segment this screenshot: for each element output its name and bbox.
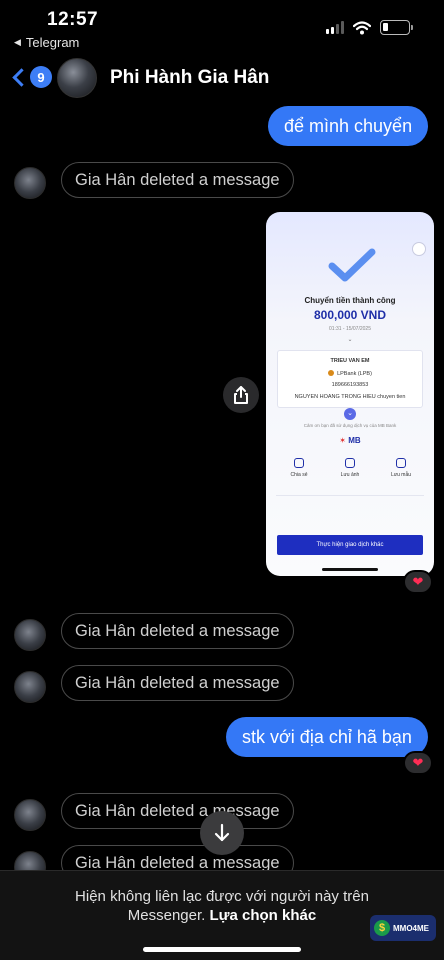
- transfer-note: NGUYEN HOANG TRONG HIEU chuyen tien: [294, 394, 406, 400]
- outgoing-message[interactable]: stk với địa chỉ hã bạn: [226, 717, 428, 757]
- recipient-box: TRIEU VAN EM LPBank (LPB) 189666193853 N…: [277, 350, 423, 408]
- mb-logo: ✶ MB: [339, 436, 361, 445]
- transfer-receipt-image[interactable]: Chuyển tiền thành công 800,000 VND 01:31…: [266, 212, 434, 576]
- home-indicator: [143, 947, 301, 952]
- star-icon: ✶: [339, 436, 346, 445]
- checkmark-icon: [328, 248, 376, 282]
- dollar-coin-icon: $: [374, 920, 390, 936]
- receipt-title: Chuyển tiền thành công: [304, 296, 396, 305]
- back-button[interactable]: 9: [10, 66, 52, 88]
- document-icon: [396, 458, 406, 468]
- outgoing-message[interactable]: để mình chuyển: [268, 106, 429, 146]
- share-icon: [234, 386, 248, 404]
- share-icon: [294, 458, 304, 468]
- bank-logo-icon: [328, 370, 335, 376]
- deleted-message-notice: Gia Hân deleted a message: [61, 793, 294, 829]
- home-indicator: [322, 568, 378, 571]
- contact-avatar-small[interactable]: [14, 799, 46, 831]
- arrow-down-icon: [214, 823, 230, 842]
- heart-reaction[interactable]: ❤: [403, 570, 433, 594]
- composer-unavailable-footer: Hiện không liên lạc được với người này t…: [0, 870, 444, 960]
- receipt-amount: 800,000 VND: [313, 308, 387, 322]
- divider: [276, 495, 424, 496]
- back-to-app-link[interactable]: ◀ Telegram: [14, 35, 79, 50]
- expand-icon: ⌄: [344, 408, 356, 420]
- recipient-name: TRIEU VAN EM: [330, 358, 370, 364]
- home-icon: [412, 242, 426, 256]
- back-app-label: Telegram: [25, 35, 80, 50]
- contact-name[interactable]: Phi Hành Gia Hân: [110, 67, 269, 89]
- system-icons: [326, 20, 413, 35]
- deleted-message-notice: Gia Hân deleted a message: [61, 162, 294, 198]
- battery-icon: [380, 20, 413, 35]
- action-save-image: Lưu ảnh: [333, 458, 367, 478]
- heart-reaction[interactable]: ❤: [403, 751, 433, 775]
- recipient-account: 189666193853: [331, 382, 369, 388]
- chevron-left-icon: [12, 67, 31, 87]
- unread-badge: 9: [30, 66, 52, 88]
- contact-avatar[interactable]: [57, 58, 97, 98]
- receipt-thanks: Cảm ơn bạn đã sử dụng dịch vụ của MB Ban…: [303, 423, 397, 428]
- watermark-logo: $ MMO4ME: [370, 915, 436, 941]
- contact-avatar-small[interactable]: [14, 167, 46, 199]
- chevron-down-icon: ⌄: [347, 337, 353, 343]
- camera-icon: [345, 458, 355, 468]
- scroll-to-bottom-button[interactable]: [200, 811, 244, 855]
- receipt-time: 01:31 - 15/07/2025: [329, 326, 371, 332]
- deleted-message-notice: Gia Hân deleted a message: [61, 665, 294, 701]
- clock: 12:57: [47, 9, 99, 30]
- cellular-signal-icon: [326, 21, 344, 34]
- recipient-bank: LPBank (LPB): [278, 370, 422, 377]
- back-triangle-icon: ◀: [14, 37, 21, 47]
- other-options-link[interactable]: Lựa chọn khác: [209, 907, 316, 924]
- chat-header: 9 Phi Hành Gia Hân: [0, 56, 444, 104]
- receipt-actions: Chia sẻ Lưu ảnh Lưu mẫu: [276, 458, 424, 478]
- deleted-message-notice: Gia Hân deleted a message: [61, 613, 294, 649]
- action-save-template: Lưu mẫu: [384, 458, 418, 478]
- new-transaction-button: Thực hiện giao dịch khác: [277, 535, 423, 555]
- action-share: Chia sẻ: [282, 458, 316, 478]
- status-bar: 12:57 ◀ Telegram: [0, 0, 444, 54]
- share-button[interactable]: [223, 377, 259, 413]
- contact-avatar-small[interactable]: [14, 671, 46, 703]
- contact-avatar-small[interactable]: [14, 619, 46, 651]
- wifi-icon: [353, 20, 371, 34]
